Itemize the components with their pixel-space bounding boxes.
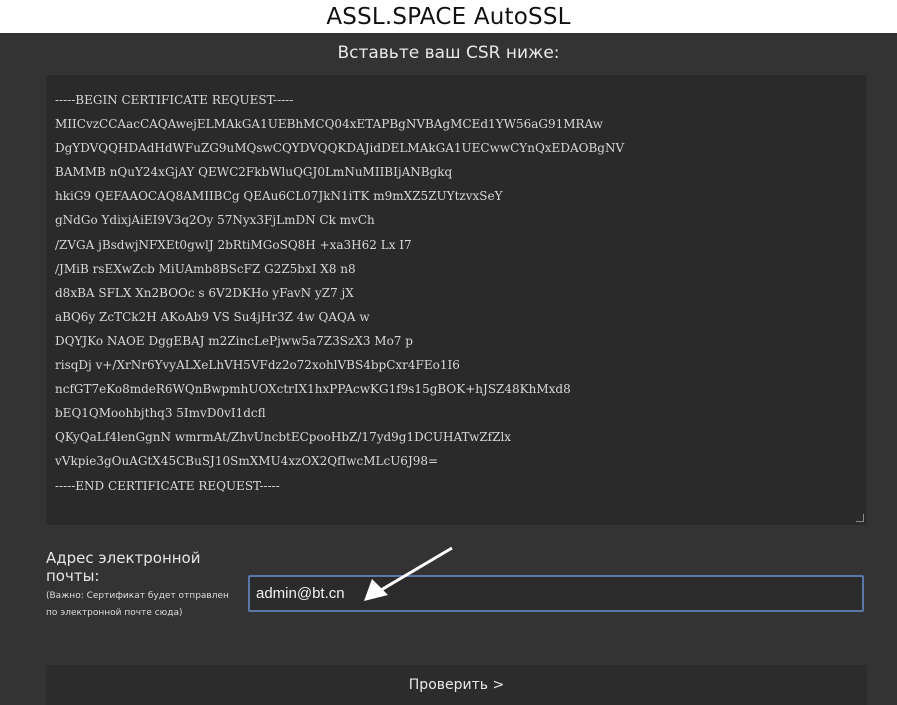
email-label: Адрес электронной почты: xyxy=(46,549,201,585)
csr-line: /ZVGA jBsdwjNFXEt0gwlJ 2bRtiMGoSQ8H +xa3… xyxy=(55,237,412,252)
csr-line: gNdGo YdixjAiEI9V3q2Oy 57Nyx3FjLmDN Ck m… xyxy=(55,213,375,228)
email-field[interactable] xyxy=(248,575,864,612)
annotation-arrow-icon xyxy=(364,546,453,601)
app-header: ASSL.SPACE AutoSSL xyxy=(0,0,897,33)
csr-line: aBQ6y ZcTCk2H AKoAb9 VS Su4jHr3Z 4w QAQA… xyxy=(55,309,370,324)
csr-line: DgYDVQQHDAdHdWFuZG9uMQswCQYDVQQKDAJidDEL… xyxy=(55,141,625,156)
csr-line: BAMMB nQuY24xGjAY QEWC2FkbWluQGJ0LmNuMII… xyxy=(55,165,453,180)
csr-line: MIICvzCCAacCAQAwejELMAkGA1UEBhMCQ04xETAP… xyxy=(55,117,603,132)
csr-form-panel: Вставьте ваш CSR ниже: -----BEGIN CERTIF… xyxy=(0,33,897,705)
submit-bar: Проверить > xyxy=(46,665,867,705)
resize-handle-icon[interactable] xyxy=(856,514,864,522)
csr-line: -----BEGIN CERTIFICATE REQUEST----- xyxy=(55,93,294,107)
csr-line: hkiG9 QEFAAOCAQ8AMIIBCg QEAu6CL07JkN1iTK… xyxy=(55,189,503,204)
csr-line: -----END CERTIFICATE REQUEST----- xyxy=(55,478,280,493)
csr-text-lines: -----BEGIN CERTIFICATE REQUEST----- MIICv… xyxy=(55,88,866,498)
csr-line: DQYJKo NAOE DggEBAJ m2ZincLePjww5a7Z3SzX… xyxy=(55,333,413,348)
csr-heading: Вставьте ваш CSR ниже: xyxy=(337,43,560,63)
csr-line: vVkpie3gOuAGtX45CBuSJ10SmXMU4xzOX2QfIwcM… xyxy=(55,454,439,469)
csr-line: d8xBA SFLX Xn2BOOc s 6V2DKHo yFavN yZ7 j… xyxy=(55,285,354,300)
verify-button[interactable]: Проверить > xyxy=(409,677,504,693)
csr-line: risqDj v+/XrNr6YvyALXeLhVH5VFdz2o72xohlV… xyxy=(55,358,460,373)
csr-line: /JMiB rsEXwZcb MiUAmb8BScFZ G2Z5bxI X8 n… xyxy=(55,261,356,276)
csr-textarea[interactable]: -----BEGIN CERTIFICATE REQUEST----- MIICv… xyxy=(46,75,867,525)
email-note: (Важно: Сертификат будет отправлен по эл… xyxy=(46,591,229,618)
csr-line: QKyQaLf4lenGgnN wmrmAt/ZhvUncbtECpooHbZ/… xyxy=(55,430,512,445)
csr-line: ncfGT7eKo8mdeR6WQnBwpmhUOXctrIX1hxPPAcwK… xyxy=(55,382,571,397)
csr-line: bEQ1QMoohbjthq3 5ImvD0vI1dcfl xyxy=(55,406,266,421)
app-title: ASSL.SPACE AutoSSL xyxy=(326,3,571,30)
